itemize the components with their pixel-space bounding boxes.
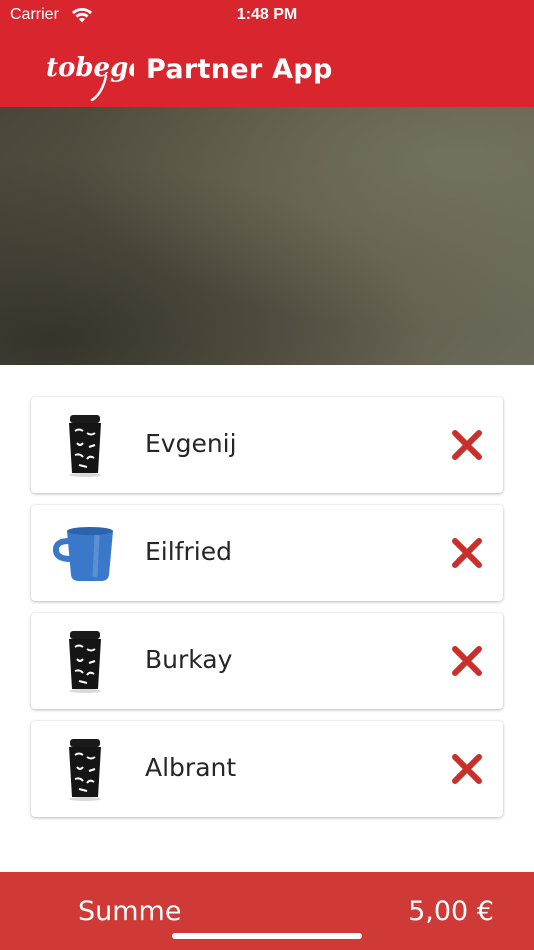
- list-item: Albrant: [31, 721, 503, 817]
- sum-footer: Summe 5,00 €: [0, 872, 534, 950]
- black-togo-cup-icon: [69, 739, 101, 801]
- list-item: Evgenij: [31, 397, 503, 493]
- remove-item-button[interactable]: [449, 751, 485, 787]
- blue-mug-icon: [53, 527, 113, 581]
- list-item: Eilfried: [31, 505, 503, 601]
- sum-label: Summe: [78, 896, 182, 927]
- remove-item-button[interactable]: [449, 535, 485, 571]
- item-name: Eilfried: [145, 537, 232, 566]
- svg-text:tobego: tobego: [46, 53, 134, 83]
- status-bar: Carrier 1:48 PM: [0, 0, 534, 30]
- camera-preview[interactable]: [0, 107, 534, 365]
- sum-total: 5,00 €: [408, 896, 494, 927]
- black-togo-cup-icon: [69, 631, 101, 693]
- app-title: Partner App: [146, 54, 333, 85]
- status-time: 1:48 PM: [236, 6, 298, 23]
- black-togo-cup-icon: [69, 415, 101, 477]
- item-name: Burkay: [145, 645, 233, 674]
- list-item: Burkay: [31, 613, 503, 709]
- remove-item-button[interactable]: [449, 643, 485, 679]
- app-header: Carrier 1:48 PM tobego Partner App: [0, 0, 534, 107]
- item-name: Evgenij: [145, 429, 237, 458]
- remove-item-button[interactable]: [449, 427, 485, 463]
- tobego-logo: tobego: [46, 53, 134, 102]
- item-list: Evgenij Eilfried Burkay Albrant: [31, 397, 503, 829]
- home-indicator[interactable]: [172, 933, 362, 939]
- item-name: Albrant: [145, 753, 237, 782]
